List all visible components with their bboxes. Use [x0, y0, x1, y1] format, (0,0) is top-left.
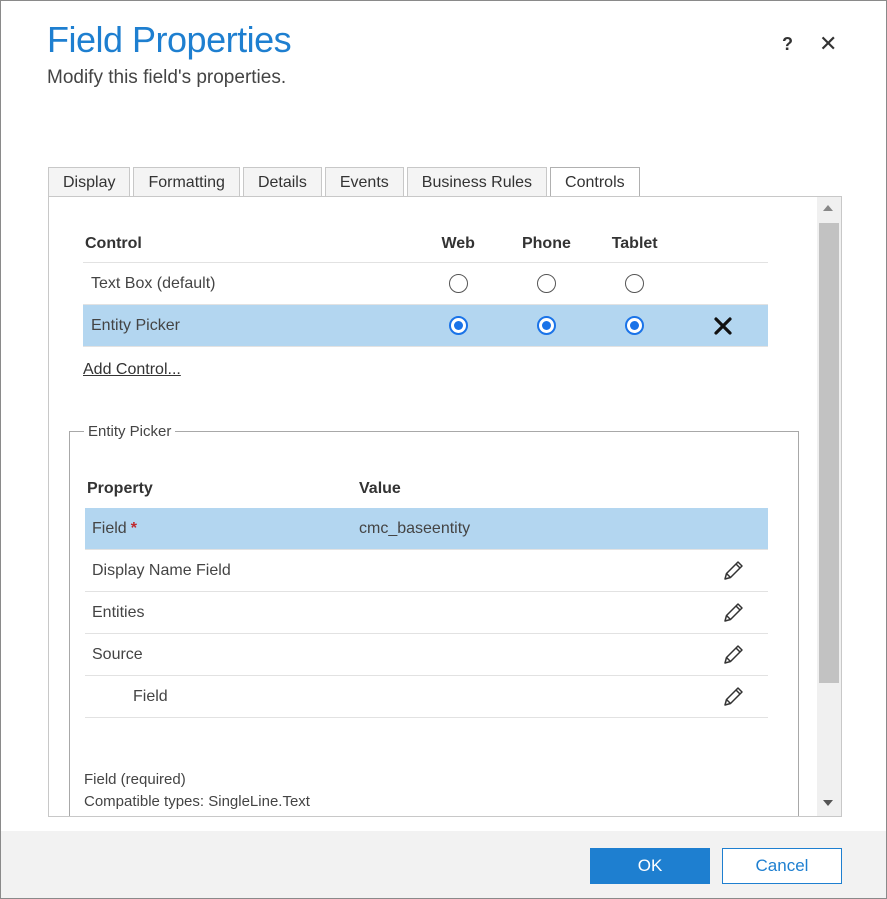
property-row-source[interactable]: Source [85, 634, 768, 676]
add-control-link[interactable]: Add Control... [83, 361, 181, 379]
help-button[interactable]: ? [782, 34, 793, 55]
column-header-property: Property [87, 480, 153, 497]
property-row-entities[interactable]: Entities [85, 592, 768, 634]
tab-events[interactable]: Events [324, 167, 404, 196]
control-name: Text Box (default) [91, 274, 216, 292]
pencil-icon[interactable] [720, 600, 746, 626]
dialog-title: Field Properties [47, 19, 292, 60]
controls-table: Control Web Phone Tablet Text Box (defau… [83, 225, 768, 347]
property-name: Display Name Field [92, 561, 231, 579]
property-value: cmc_baseentity [359, 519, 471, 537]
column-header-control: Control [85, 234, 142, 252]
properties-table-header: Property Value [85, 470, 768, 508]
controls-table-header: Control Web Phone Tablet [83, 225, 768, 263]
pencil-icon[interactable] [720, 642, 746, 668]
web-radio[interactable] [448, 274, 468, 293]
column-header-tablet: Tablet [611, 234, 658, 252]
close-icon[interactable] [713, 316, 733, 336]
web-radio[interactable] [448, 316, 468, 335]
ok-button[interactable]: OK [590, 848, 710, 884]
scroll-thumb[interactable] [819, 223, 839, 683]
control-name: Entity Picker [91, 316, 180, 334]
scroll-down-arrow-icon[interactable] [823, 800, 833, 806]
property-row-source-field[interactable]: Field [85, 676, 768, 718]
tab-business-rules[interactable]: Business Rules [406, 167, 548, 196]
tab-details[interactable]: Details [242, 167, 322, 196]
panel-scrollbar[interactable] [817, 197, 841, 816]
tab-controls[interactable]: Controls [550, 167, 640, 198]
tablet-radio[interactable] [625, 316, 645, 335]
control-row-entity-picker[interactable]: Entity Picker [83, 305, 768, 347]
column-header-value: Value [359, 480, 401, 497]
dialog-subtitle: Modify this field's properties. [47, 67, 287, 88]
property-row-field[interactable]: Field * cmc_baseentity [85, 508, 768, 550]
entity-picker-legend: Entity Picker [84, 423, 176, 440]
tab-bar: Display Formatting Details Events Busine… [48, 167, 643, 198]
pencil-icon[interactable] [720, 684, 746, 710]
field-properties-dialog: Field Properties Modify this field's pro… [0, 0, 887, 899]
entity-picker-group: Entity Picker Property Value Field * cmc_… [69, 423, 799, 816]
close-button[interactable]: ✕ [819, 31, 837, 57]
tab-display[interactable]: Display [48, 167, 131, 196]
phone-radio[interactable] [536, 274, 556, 293]
column-header-web: Web [441, 234, 475, 252]
controls-panel: Control Web Phone Tablet Text Box (defau… [48, 196, 842, 817]
property-name: Field [92, 519, 127, 537]
required-marker: * [130, 519, 137, 537]
dialog-footer: OK Cancel [1, 831, 886, 898]
column-header-phone: Phone [521, 234, 571, 252]
scroll-up-arrow-icon[interactable] [823, 205, 833, 211]
tab-formatting[interactable]: Formatting [133, 167, 240, 196]
pencil-icon[interactable] [720, 558, 746, 584]
property-name: Source [92, 645, 143, 663]
property-row-display-name-field[interactable]: Display Name Field [85, 550, 768, 592]
properties-table: Property Value Field * cmc_baseentity Dis… [85, 470, 768, 718]
control-row-text-box[interactable]: Text Box (default) [83, 263, 768, 305]
property-name: Entities [92, 603, 145, 621]
phone-radio[interactable] [536, 316, 556, 335]
cancel-button[interactable]: Cancel [722, 848, 842, 884]
tablet-radio[interactable] [625, 274, 645, 293]
property-name: Field [133, 687, 168, 705]
property-description: Field (required) Compatible types: Singl… [84, 769, 310, 813]
description-types: Compatible types: SingleLine.Text [84, 793, 310, 810]
description-title: Field (required) [84, 771, 186, 788]
